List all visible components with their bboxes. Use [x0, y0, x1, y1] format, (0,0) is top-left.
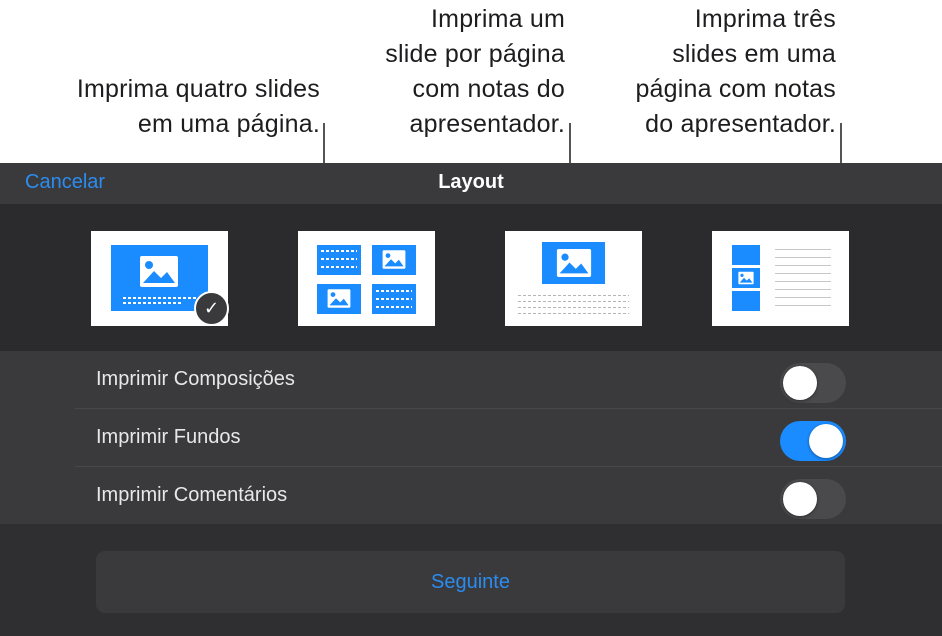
toggle-knob	[783, 366, 817, 400]
layout-thumbnail-one-slide-with-notes[interactable]	[505, 231, 642, 326]
option-label: Imprimir Composições	[96, 368, 295, 390]
slide-text-lines	[321, 250, 357, 252]
notes-lines	[775, 281, 831, 282]
notes-lines	[518, 313, 629, 314]
slide-preview	[542, 242, 605, 284]
notes-lines	[775, 297, 831, 298]
print-options-list: Imprimir Composições Imprimir Fundos Imp…	[0, 351, 942, 524]
slide-preview	[732, 291, 760, 311]
slide-preview	[372, 245, 416, 275]
notes-lines	[775, 289, 831, 290]
notes-lines	[775, 305, 831, 306]
callout-four-slides: Imprima quatro slides em uma página.	[76, 75, 320, 138]
option-row-print-comments: Imprimir Comentários	[75, 467, 942, 524]
image-icon	[140, 256, 178, 287]
callout-three-slides-notes: Imprima três slides em uma página com no…	[635, 5, 836, 138]
layout-thumbnail-four-slides[interactable]	[298, 231, 435, 326]
toggle-knob	[783, 482, 817, 516]
image-icon	[738, 271, 754, 285]
image-icon	[327, 289, 351, 308]
callout-one-slide-notes: Imprima um slide por página com notas do…	[385, 5, 565, 138]
print-comments-toggle[interactable]	[780, 479, 846, 519]
navigation-bar: Cancelar Layout	[0, 163, 942, 204]
notes-lines	[775, 249, 831, 250]
slide-text-lines	[321, 258, 357, 260]
notes-lines	[518, 301, 629, 302]
layout-options: ✓	[0, 204, 942, 351]
notes-lines	[518, 307, 629, 308]
next-button[interactable]: Seguinte	[96, 551, 845, 613]
sheet-title: Layout	[438, 171, 504, 193]
option-label: Imprimir Comentários	[96, 484, 288, 506]
print-builds-toggle[interactable]	[780, 363, 846, 403]
checkmark-icon: ✓	[194, 291, 229, 326]
print-layout-sheet: Cancelar Layout ✓ Imprimir Composições I…	[0, 163, 942, 636]
notes-lines	[775, 273, 831, 274]
notes-lines	[518, 295, 629, 296]
slide-preview	[317, 284, 361, 314]
image-icon	[382, 250, 406, 269]
layout-thumbnail-three-slides-with-notes[interactable]	[712, 231, 849, 326]
notes-lines	[775, 257, 831, 258]
option-row-print-builds: Imprimir Composições	[75, 351, 942, 409]
slide-text-lines	[123, 302, 183, 304]
slide-text-lines	[376, 306, 412, 308]
notes-lines	[775, 265, 831, 266]
toggle-knob	[809, 424, 843, 458]
print-backgrounds-toggle[interactable]	[780, 421, 846, 461]
slide-text-lines	[376, 298, 412, 300]
option-row-print-backgrounds: Imprimir Fundos	[75, 409, 942, 467]
slide-text-lines	[123, 297, 196, 299]
image-icon	[556, 249, 592, 277]
slide-preview	[732, 245, 760, 265]
layout-thumbnail-one-slide[interactable]: ✓	[91, 231, 229, 326]
slide-text-lines	[321, 266, 357, 268]
slide-preview	[111, 245, 208, 311]
slide-preview	[317, 245, 361, 275]
slide-preview	[732, 268, 760, 288]
slide-text-lines	[376, 290, 412, 292]
slide-preview	[372, 284, 416, 314]
option-label: Imprimir Fundos	[96, 426, 241, 448]
